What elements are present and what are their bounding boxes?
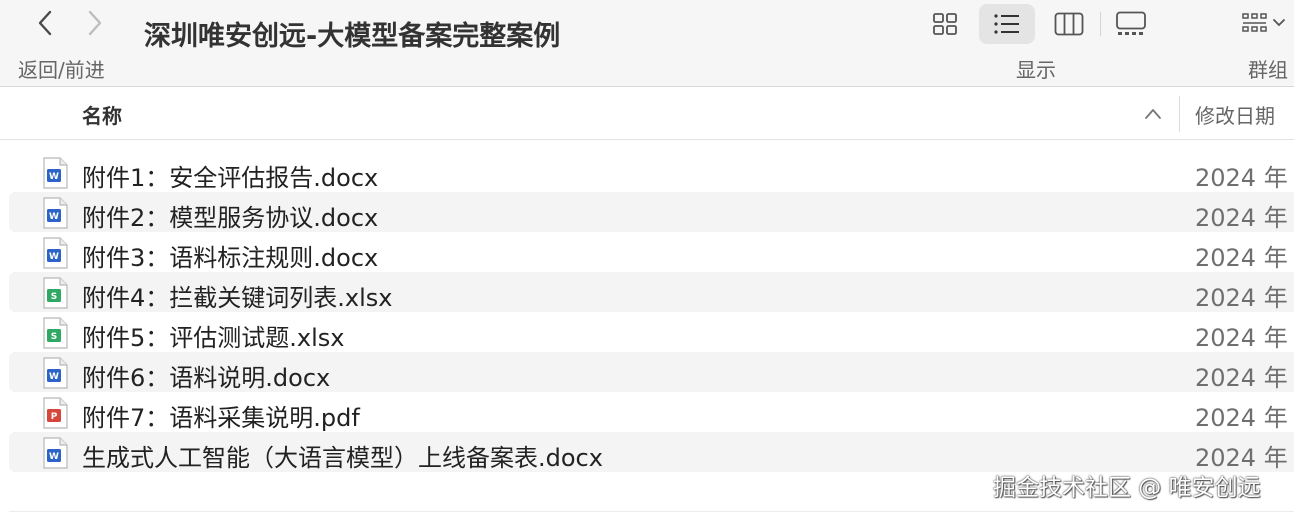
list-view-button[interactable] [979,4,1035,44]
file-row[interactable]: W 附件1：安全评估报告.docx 2024 年 8 [0,152,1294,192]
svg-text:P: P [51,412,58,422]
file-row[interactable]: W 生成式人工智能（大语言模型）上线备案表.docx 2024 年 8 [0,432,1294,472]
file-row[interactable]: P 附件7：语料采集说明.pdf 2024 年 8 [0,392,1294,432]
word-document-icon: W [43,157,68,189]
file-name: 附件3：语料标注规则.docx [82,244,379,272]
watermark: 掘金技术社区 @ 唯安创远 [993,475,1261,501]
pdf-document-icon: P [43,397,68,429]
bottom-divider [9,511,1294,512]
finder-window: 返回/前进 深圳唯安创远-大模型备案完整案例 显示 群组 名称 修改日期 W 附… [0,0,1294,514]
date-modified-column-header[interactable]: 修改日期 [1195,100,1275,129]
file-date: 2024 年 8 [1195,324,1294,352]
forward-button[interactable] [78,6,112,40]
file-row[interactable]: W 附件2：模型服务协议.docx 2024 年 8 [0,192,1294,232]
file-row[interactable]: W 附件6：语料说明.docx 2024 年 8 [0,352,1294,392]
file-name: 附件7：语料采集说明.pdf [82,404,360,432]
word-document-icon: W [43,237,68,269]
file-name: 附件6：语料说明.docx [82,364,331,392]
sort-ascending-icon[interactable] [1143,104,1163,124]
nav-label: 返回/前进 [18,58,105,82]
file-name: 生成式人工智能（大语言模型）上线备案表.docx [82,444,603,472]
gallery-view-icon [1116,11,1146,35]
group-icon [1242,13,1285,32]
column-divider[interactable] [1179,96,1180,132]
file-date: 2024 年 8 [1195,164,1294,192]
column-view-icon [1054,12,1084,36]
file-date: 2024 年 8 [1195,244,1294,272]
svg-text:W: W [49,252,59,262]
word-document-icon: W [43,437,68,469]
icon-view-button[interactable] [917,4,973,44]
svg-text:W: W [49,372,59,382]
word-document-icon: W [43,197,68,229]
list-view-icon [994,14,1019,34]
svg-text:W: W [49,172,59,182]
svg-text:S: S [51,332,57,342]
file-date: 2024 年 8 [1195,284,1294,312]
svg-text:W: W [49,212,59,222]
column-header: 名称 修改日期 [0,88,1294,140]
gallery-view-button[interactable] [1103,4,1159,44]
file-date: 2024 年 8 [1195,404,1294,432]
back-button[interactable] [28,6,62,40]
file-row[interactable]: W 附件3：语料标注规则.docx 2024 年 8 [0,232,1294,272]
chevron-left-icon [38,10,52,36]
group-label: 群组 [1248,58,1288,82]
file-date: 2024 年 8 [1195,204,1294,232]
svg-text:W: W [49,452,59,462]
file-date: 2024 年 8 [1195,364,1294,392]
spreadsheet-icon: S [43,317,68,349]
file-row[interactable]: S 附件5：评估测试题.xlsx 2024 年 8 [0,312,1294,352]
file-name: 附件5：评估测试题.xlsx [82,324,345,352]
toolbar-separator [1100,12,1101,36]
toolbar: 返回/前进 深圳唯安创远-大模型备案完整案例 显示 群组 [0,0,1294,87]
file-list: W 附件1：安全评估报告.docx 2024 年 8 W 附件2：模型服务协议.… [0,152,1294,472]
icon-view-icon [933,13,957,35]
file-name: 附件2：模型服务协议.docx [82,204,379,232]
file-row[interactable]: S 附件4：拦截关键词列表.xlsx 2024 年 8 [0,272,1294,312]
file-name: 附件1：安全评估报告.docx [82,164,379,192]
group-button[interactable] [1229,4,1294,44]
display-label: 显示 [1016,58,1056,82]
word-document-icon: W [43,357,68,389]
chevron-right-icon [88,10,102,36]
name-column-header[interactable]: 名称 [82,100,122,129]
window-title: 深圳唯安创远-大模型备案完整案例 [144,21,561,52]
spreadsheet-icon: S [43,277,68,309]
svg-text:S: S [51,292,57,302]
column-view-button[interactable] [1041,4,1097,44]
file-name: 附件4：拦截关键词列表.xlsx [82,284,393,312]
